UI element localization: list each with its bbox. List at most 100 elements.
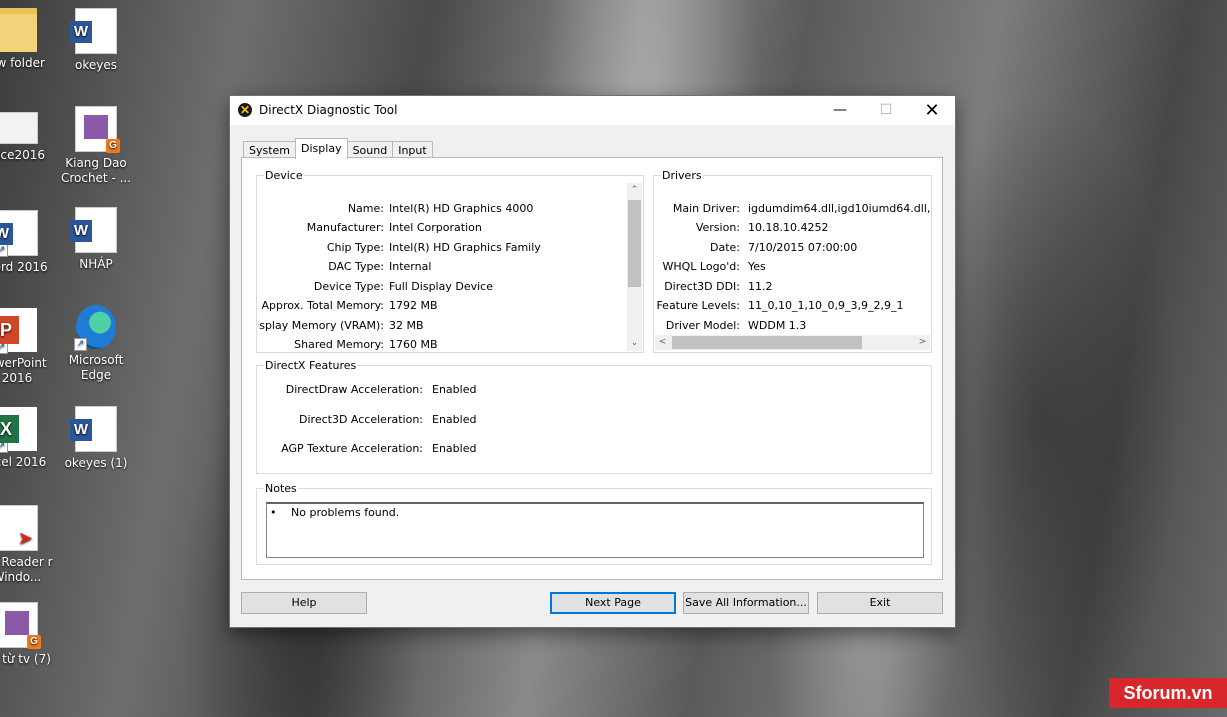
driver-value: Yes: [748, 260, 766, 273]
device-row: Shared Memory: 1760 MB: [258, 335, 626, 350]
scrollbar-thumb[interactable]: [672, 336, 862, 349]
scroll-up-arrow-icon[interactable]: ⌃: [627, 183, 642, 198]
driver-key: WHQL Logo'd:: [662, 260, 740, 273]
device-key: DAC Type:: [328, 260, 384, 273]
driver-row: WHQL Logo'd: Yes: [655, 257, 930, 276]
title-bar[interactable]: ✕ DirectX Diagnostic Tool — ☐ ✕: [230, 96, 955, 125]
feature-value: Enabled: [432, 413, 477, 426]
excel-icon: ↗: [0, 407, 37, 453]
device-row: Approx. Total Memory: 1792 MB: [258, 296, 626, 315]
drivers-list[interactable]: Main Driver: igdumdim64.dll,igd10iumd64.…: [655, 183, 930, 335]
feature-value: Enabled: [432, 442, 477, 455]
directx-features-label: DirectX Features: [264, 359, 358, 372]
tab-display[interactable]: Display: [295, 138, 348, 159]
device-row: Device Type: Full Display Device: [258, 277, 626, 296]
device-value: Intel Corporation: [389, 221, 482, 234]
word-document-icon: [70, 207, 117, 253]
driver-value: 7/10/2015 07:00:00: [748, 241, 858, 254]
next-page-button[interactable]: Next Page: [550, 592, 676, 614]
driver-value: igdumdim64.dll,igd10iumd64.dll,igd10iu: [748, 202, 930, 215]
notes-textbox[interactable]: • No problems found.: [266, 502, 924, 558]
notes-text: No problems found.: [291, 506, 400, 519]
driver-row: Main Driver: igdumdim64.dll,igd10iumd64.…: [655, 199, 930, 218]
device-vertical-scrollbar[interactable]: ⌃ ⌄: [627, 183, 642, 351]
scroll-left-arrow-icon[interactable]: <: [655, 335, 670, 350]
directx-icon: ✕: [238, 103, 252, 117]
device-row: Chip Type: Intel(R) HD Graphics Family: [258, 238, 626, 257]
device-value: Internal: [389, 260, 432, 273]
help-button[interactable]: Help: [241, 592, 367, 614]
driver-row: Feature Levels: 11_0,10_1,10_0,9_3,9_2,9…: [655, 296, 930, 315]
maximize-button[interactable]: ☐: [863, 96, 909, 125]
driver-value: 11_0,10_1,10_0,9_3,9_2,9_1: [748, 299, 904, 312]
dxdiag-window: ✕ DirectX Diagnostic Tool — ☐ ✕ System D…: [229, 95, 956, 628]
desktop-icon-word-2016[interactable]: ↗ Vord 2016: [0, 210, 56, 275]
driver-row: Version: 10.18.10.4252: [655, 218, 930, 237]
desktop-icon-office2016[interactable]: ffice2016: [0, 112, 56, 163]
scroll-right-arrow-icon[interactable]: >: [915, 335, 930, 350]
device-list[interactable]: Name: Intel(R) HD Graphics 4000 Manufact…: [258, 183, 626, 350]
word-document-icon: [70, 406, 117, 452]
device-key: Chip Type:: [326, 241, 384, 254]
exit-button[interactable]: Exit: [817, 592, 943, 614]
device-key: Device Type:: [313, 280, 384, 293]
device-value: 1760 MB: [389, 338, 438, 350]
device-group-label: Device: [264, 169, 304, 182]
driver-value: WDDM 1.3: [748, 319, 807, 332]
driver-row: Driver Model: WDDM 1.3: [655, 316, 930, 335]
desktop-icon-okeyes[interactable]: okeyes: [57, 8, 135, 73]
desktop-icon-microsoft-edge[interactable]: ↗ Microsoft Edge: [57, 305, 135, 383]
desktop-icon-kiang-dao-crochet[interactable]: G Kiang Dao Crochet - ...: [57, 106, 135, 186]
notes-group: Notes • No problems found.: [256, 482, 932, 565]
desktop-icon-new-folder[interactable]: ew folder: [0, 8, 56, 71]
feature-row: AGP Texture Acceleration: Enabled: [257, 439, 931, 458]
desktop-icon-powerpoint-2016[interactable]: ↗ owerPoint 2016: [0, 308, 56, 386]
device-row: Manufacturer: Intel Corporation: [258, 218, 626, 237]
desktop-icon-nhap[interactable]: NHÁP: [57, 207, 135, 272]
tab-strip: System Display Sound Input: [243, 138, 433, 159]
image-file-icon: G: [0, 602, 41, 649]
feature-key: Direct3D Acceleration:: [299, 413, 423, 426]
desktop-icon-okeyes-1[interactable]: okeyes (1): [57, 406, 135, 471]
driver-key: Version:: [695, 221, 740, 234]
device-row: Display Memory (VRAM): 32 MB: [258, 316, 626, 335]
notes-label: Notes: [264, 482, 298, 495]
drivers-group: Drivers Main Driver: igdumdim64.dll,igd1…: [653, 169, 932, 353]
display-tab-panel: Device Name: Intel(R) HD Graphics 4000 M…: [241, 157, 943, 580]
drivers-horizontal-scrollbar[interactable]: < >: [655, 335, 930, 350]
driver-row: Date: 7/10/2015 07:00:00: [655, 238, 930, 257]
driver-key: Direct3D DDI:: [664, 280, 740, 293]
feature-row: DirectDraw Acceleration: Enabled: [257, 380, 931, 399]
powerpoint-icon: ↗: [0, 308, 37, 354]
driver-key: Feature Levels:: [656, 299, 740, 312]
device-key: Display Memory (VRAM):: [258, 319, 384, 332]
device-value: Intel(R) HD Graphics Family: [389, 241, 541, 254]
folder-icon: [0, 8, 37, 52]
feature-value: Enabled: [432, 383, 477, 396]
device-row: Name: Intel(R) HD Graphics 4000: [258, 199, 626, 218]
device-group: Device Name: Intel(R) HD Graphics 4000 M…: [256, 169, 644, 353]
notes-bullet: •: [270, 506, 277, 519]
feature-key: AGP Texture Acceleration:: [281, 442, 423, 455]
driver-key: Driver Model:: [665, 319, 740, 332]
minimize-button[interactable]: —: [817, 96, 863, 125]
desktop-icon-excel-2016[interactable]: ↗ xcel 2016: [0, 407, 56, 470]
image-file-icon: G: [75, 106, 120, 153]
device-row: DAC Type: Internal: [258, 257, 626, 276]
driver-row: Direct3D DDI: 11.2: [655, 277, 930, 296]
close-button[interactable]: ✕: [909, 96, 955, 125]
device-value: 1792 MB: [389, 299, 438, 312]
save-all-information-button[interactable]: Save All Information...: [683, 592, 809, 614]
driver-key: Main Driver:: [672, 202, 740, 215]
desktop-icon-ng-tu-tv[interactable]: G ng từ tv (7): [0, 602, 56, 667]
device-key: Approx. Total Memory:: [261, 299, 385, 312]
device-value: Intel(R) HD Graphics 4000: [389, 202, 534, 215]
pdf-icon: [0, 505, 38, 551]
scroll-down-arrow-icon[interactable]: ⌄: [627, 336, 642, 351]
scrollbar-thumb[interactable]: [628, 200, 641, 287]
feature-row: Direct3D Acceleration: Enabled: [257, 410, 931, 429]
driver-key: Date:: [710, 241, 740, 254]
directx-features-group: DirectX Features DirectDraw Acceleration…: [256, 359, 932, 474]
edge-icon: ↗: [74, 305, 116, 351]
desktop-icon-pdf-reader[interactable]: DF Reader r Windo...: [0, 505, 56, 585]
